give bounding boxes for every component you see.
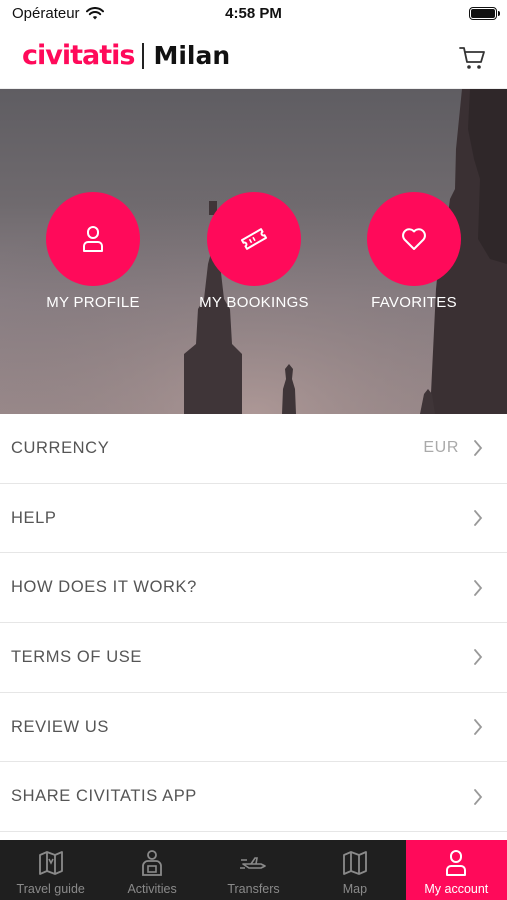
my-profile-button[interactable]: MY PROFILE — [18, 192, 168, 311]
my-bookings-circle — [207, 192, 301, 286]
hero-banner: MY PROFILE MY BOOKINGS FAVORITES — [0, 89, 507, 414]
menu-item-label: HELP — [11, 508, 57, 527]
menu-item-terms[interactable]: TERMS OF USE — [0, 623, 507, 693]
account-icon — [446, 850, 467, 876]
chevron-right-icon — [474, 510, 483, 526]
menu-item-share[interactable]: SHARE CIVITATIS APP — [0, 762, 507, 833]
chevron-right-icon — [474, 788, 483, 805]
cart-icon — [459, 47, 485, 69]
menu-item-help[interactable]: HELP — [0, 483, 507, 554]
map-book-icon — [38, 851, 63, 875]
tab-activities[interactable]: Activities — [101, 840, 202, 900]
chevron-right-icon — [474, 719, 483, 735]
currency-value: EUR — [423, 439, 459, 457]
tab-label: Transfers — [227, 882, 280, 896]
menu-item-review[interactable]: REVIEW US — [0, 692, 507, 763]
my-profile-label: MY PROFILE — [46, 294, 140, 311]
menu-item-how-it-works[interactable]: HOW DOES IT WORK? — [0, 553, 507, 624]
tab-travel-guide[interactable]: Travel guide — [0, 840, 101, 900]
favorites-label: FAVORITES — [371, 294, 457, 311]
tab-map[interactable]: Map — [304, 840, 405, 900]
menu-item-label: CURRENCY — [11, 438, 110, 457]
my-profile-circle — [46, 192, 140, 286]
brand: civitatis Milan — [22, 40, 230, 71]
menu-item-label: HOW DOES IT WORK? — [11, 578, 197, 597]
my-bookings-button[interactable]: MY BOOKINGS — [179, 192, 329, 311]
tab-label: My account — [424, 882, 489, 896]
my-bookings-label: MY BOOKINGS — [199, 294, 309, 311]
user-icon — [83, 226, 103, 252]
tab-label: Map — [342, 882, 368, 896]
status-bar: Opérateur 4:58 PM — [0, 0, 507, 28]
hero-actions: MY PROFILE MY BOOKINGS FAVORITES — [0, 192, 507, 322]
ticket-icon — [240, 228, 268, 250]
activities-icon — [142, 850, 163, 876]
map-icon — [343, 851, 367, 875]
chevron-right-icon — [474, 440, 483, 457]
menu-item-label: TERMS OF USE — [11, 647, 142, 666]
chevron-right-icon — [474, 579, 483, 596]
heart-icon — [402, 228, 426, 250]
city-title: Milan — [153, 41, 231, 70]
account-menu: CURRENCY EUR HELP HOW DOES IT WORK? TERM… — [0, 414, 507, 833]
tab-label: Activities — [127, 882, 177, 896]
tab-label: Travel guide — [16, 882, 85, 896]
tab-bar: Travel guide Activities Transfers Map My… — [0, 840, 507, 900]
tab-my-account[interactable]: My account — [405, 840, 507, 900]
status-time: 4:58 PM — [225, 5, 282, 22]
transfers-icon — [239, 857, 266, 869]
brand-divider — [142, 42, 145, 69]
app-header: civitatis Milan — [0, 28, 507, 89]
menu-item-label: REVIEW US — [11, 717, 109, 736]
tab-transfers[interactable]: Transfers — [203, 840, 304, 900]
favorites-button[interactable]: FAVORITES — [339, 192, 489, 311]
menu-item-label: SHARE CIVITATIS APP — [11, 787, 197, 806]
cart-button[interactable] — [457, 42, 487, 72]
brand-logo: civitatis — [22, 40, 135, 71]
chevron-right-icon — [474, 649, 483, 666]
menu-item-currency[interactable]: CURRENCY EUR — [0, 414, 507, 484]
favorites-circle — [367, 192, 461, 286]
battery-icon — [469, 7, 500, 20]
